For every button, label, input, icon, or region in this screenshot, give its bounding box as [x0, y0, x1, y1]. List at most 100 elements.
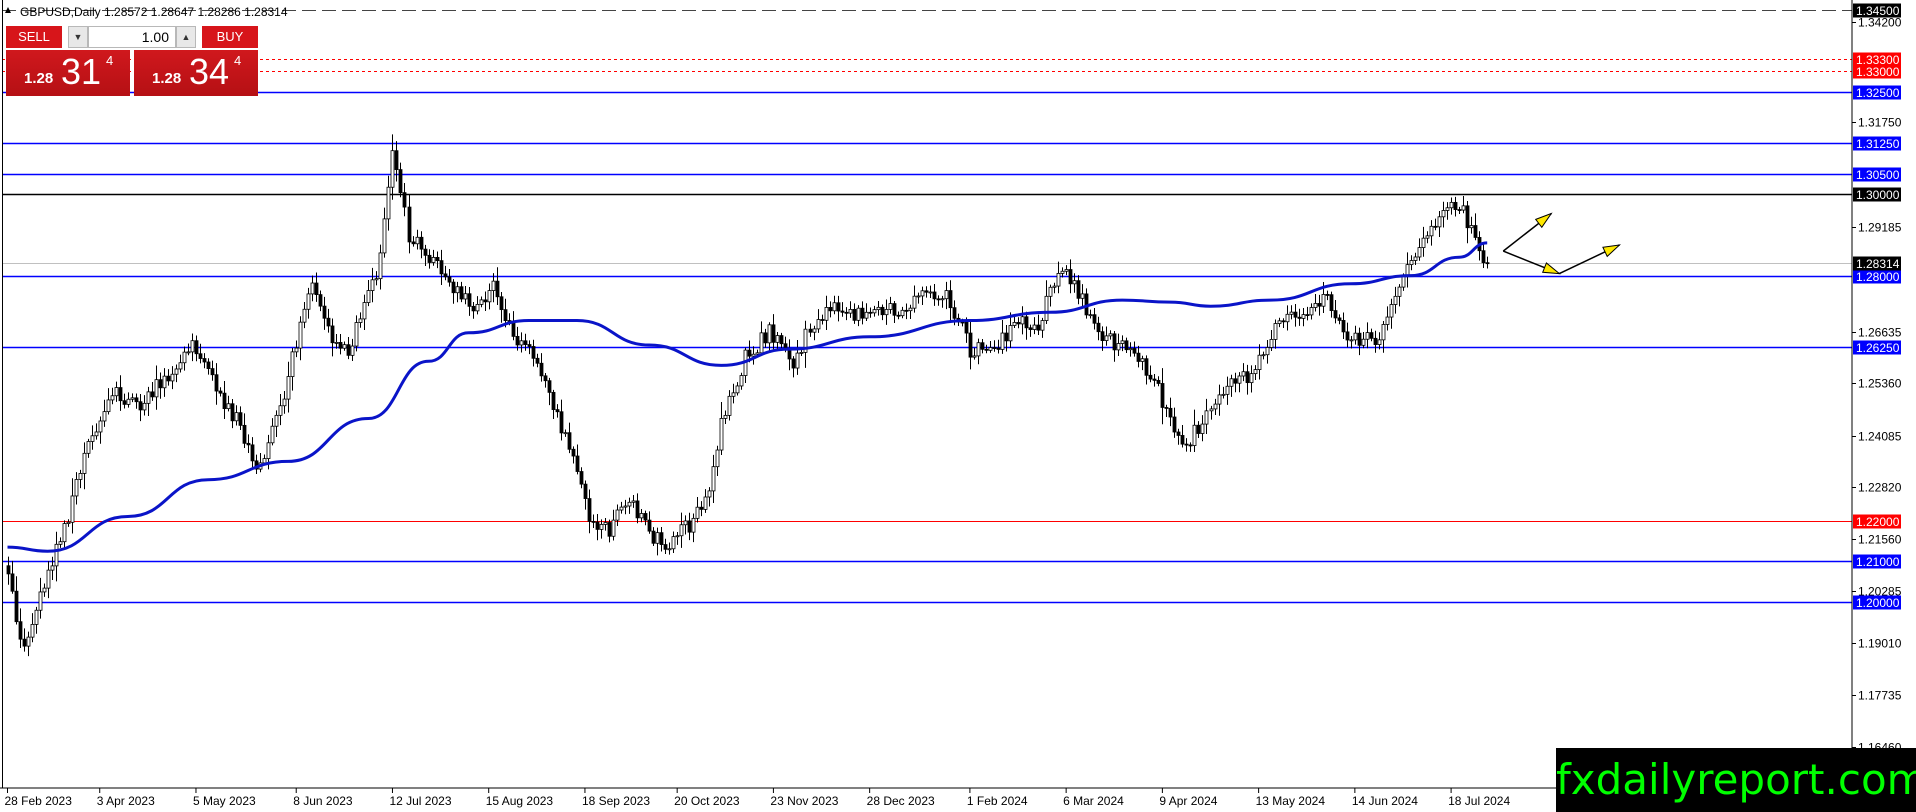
- candle-body-bearish: [787, 349, 792, 360]
- candle-body-bullish: [799, 351, 804, 354]
- candle-body-bearish: [647, 519, 652, 532]
- candle-body-bullish: [126, 398, 131, 405]
- candle-body-bearish: [523, 340, 528, 345]
- candle-body-bearish: [1024, 316, 1029, 329]
- candle-body-bullish: [415, 236, 420, 245]
- candle-body-bullish: [715, 449, 720, 468]
- lot-size-input[interactable]: [88, 26, 176, 48]
- candle-body-bullish: [755, 352, 760, 355]
- candle-body-bullish: [130, 397, 135, 400]
- buy-price-prefix: 1.28: [152, 70, 182, 87]
- candle-body-bullish: [1008, 325, 1013, 342]
- one-click-trading-panel: SELL ▼ ▲ BUY 1.28 31 4 1.28 34 4: [6, 26, 258, 98]
- candle-body-bullish: [611, 519, 616, 537]
- candle-body-bullish: [1204, 410, 1209, 425]
- candle-body-bearish: [1184, 443, 1189, 446]
- candle-body-bullish: [170, 373, 175, 382]
- y-tick-label-2: 1.29185: [1858, 221, 1902, 235]
- candle-body-bullish: [386, 186, 391, 220]
- candle-body-bearish: [828, 307, 833, 312]
- candle-body-bullish: [1273, 323, 1278, 340]
- candle-body-bearish: [896, 314, 901, 317]
- candle-body-bullish: [350, 345, 355, 356]
- candle-body-bearish: [924, 290, 929, 293]
- candle-body-bullish: [884, 309, 889, 316]
- candle-body-bullish: [106, 399, 111, 413]
- candle-body-bearish: [158, 379, 163, 389]
- candle-body-bearish: [218, 390, 223, 394]
- candle-body-bearish: [338, 342, 343, 349]
- candle-body-bullish: [1437, 216, 1442, 228]
- candle-body-bearish: [423, 248, 428, 256]
- candle-body-bullish: [162, 375, 167, 389]
- price-chart[interactable]: 1.345001.333001.330001.325001.312501.305…: [0, 0, 1916, 812]
- candle-body-bullish: [154, 379, 159, 398]
- candle-body-bullish: [1257, 354, 1262, 370]
- candle-body-bearish: [443, 273, 448, 278]
- candle-body-bearish: [1325, 294, 1330, 296]
- candle-body-bearish: [1329, 294, 1334, 311]
- watermark-logo: fxdailyreport.com: [1556, 748, 1916, 812]
- candle-body-bullish: [98, 420, 103, 433]
- candle-body-bullish: [655, 532, 660, 544]
- candle-body-bearish: [1132, 348, 1137, 354]
- candle-body-bearish: [852, 308, 857, 321]
- candle-body-bearish: [14, 590, 19, 623]
- candle-body-bullish: [1088, 314, 1093, 317]
- buy-price-button[interactable]: 1.28 34 4: [134, 50, 258, 96]
- candle-body-bearish: [22, 638, 27, 647]
- candle-body-bearish: [607, 522, 612, 537]
- candle-body-bearish: [222, 392, 227, 410]
- candle-body-bearish: [1357, 332, 1362, 346]
- level-label-4: 1.31250: [1856, 137, 1900, 151]
- candle-body-bullish: [1421, 237, 1426, 248]
- lot-decrease-button[interactable]: ▼: [68, 26, 88, 48]
- candle-body-bearish: [1485, 262, 1490, 265]
- candle-body-bullish: [723, 414, 728, 419]
- candle-body-bullish: [856, 307, 861, 321]
- candle-body-bullish: [1441, 210, 1446, 218]
- candle-body-bullish: [1469, 225, 1474, 229]
- candle-body-bullish: [719, 418, 724, 451]
- candle-body-bullish: [667, 548, 672, 551]
- candle-body-bearish: [515, 335, 520, 346]
- candle-body-bearish: [936, 298, 941, 301]
- buy-label-button[interactable]: BUY: [202, 26, 258, 48]
- y-tick-label-0: 1.34200: [1858, 16, 1902, 30]
- y-tick-label-7: 1.21560: [1858, 533, 1902, 547]
- candle-body-bullish: [302, 308, 307, 323]
- candle-body-bearish: [202, 358, 207, 363]
- candle-body-bearish: [591, 520, 596, 523]
- candle-body-bullish: [374, 278, 379, 281]
- level-label-10: 1.21000: [1856, 555, 1900, 569]
- lot-increase-button[interactable]: ▲: [176, 26, 196, 48]
- candle-body-bearish: [1305, 314, 1310, 316]
- candle-body-bullish: [759, 332, 764, 354]
- candle-body-bearish: [439, 260, 444, 275]
- candle-body-bullish: [262, 458, 267, 464]
- candle-body-bearish: [635, 500, 640, 519]
- candle-body-bullish: [390, 150, 395, 188]
- sell-label-button[interactable]: SELL: [6, 26, 62, 48]
- candle-body-bullish: [1213, 403, 1218, 410]
- candle-body-bullish: [707, 490, 712, 498]
- candle-body-bullish: [1389, 304, 1394, 318]
- candle-body-bearish: [122, 400, 127, 405]
- candle-body-bearish: [322, 305, 327, 319]
- candle-body-bullish: [639, 513, 644, 519]
- sell-price-button[interactable]: 1.28 31 4: [6, 50, 130, 96]
- candle-body-bullish: [270, 425, 275, 444]
- candle-body-bearish: [427, 254, 432, 263]
- candle-body-bullish: [1385, 316, 1390, 325]
- candle-body-bullish: [114, 387, 119, 397]
- candle-body-bullish: [916, 295, 921, 298]
- candle-body-bearish: [451, 281, 456, 294]
- candle-body-bearish: [587, 498, 592, 522]
- candle-body-bullish: [599, 524, 604, 530]
- candle-body-bullish: [1209, 408, 1214, 412]
- symbol-info: GBPUSD,Daily 1.28572 1.28647 1.28286 1.2…: [20, 5, 288, 19]
- x-tick-label-7: 20 Oct 2023: [674, 794, 740, 808]
- candle-body-bearish: [1369, 332, 1374, 339]
- candle-body-bullish: [74, 479, 79, 497]
- candle-body-bearish: [571, 448, 576, 457]
